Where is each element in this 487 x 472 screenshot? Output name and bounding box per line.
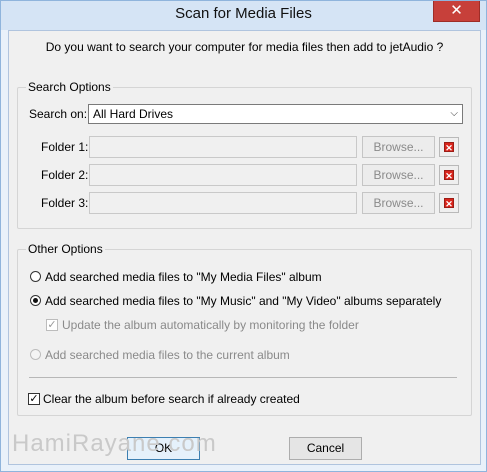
options-separator <box>29 377 457 378</box>
x-icon: ✕ <box>444 142 454 153</box>
search-on-select[interactable]: All Hard Drives ⌵ <box>88 104 463 124</box>
folder-2-delete-button[interactable]: ✕ <box>439 165 459 185</box>
clear-album-label[interactable]: Clear the album before search if already… <box>43 392 300 406</box>
folder-3-browse-button[interactable]: Browse... <box>362 192 435 214</box>
other-options-label: Other Options <box>26 242 105 256</box>
title-bar[interactable]: Scan for Media Files ✕ <box>1 1 486 30</box>
clear-album-checkbox[interactable]: ✓ <box>28 393 40 405</box>
question-text: Do you want to search your computer for … <box>45 40 444 54</box>
chevron-down-icon: ⌵ <box>450 108 458 119</box>
x-icon: ✕ <box>444 170 454 181</box>
folder-1-browse-button[interactable]: Browse... <box>362 136 435 158</box>
folder-1-delete-button[interactable]: ✕ <box>439 137 459 157</box>
folder-3-delete-button[interactable]: ✕ <box>439 193 459 213</box>
radio-current-album-label[interactable]: Add searched media files to the current … <box>45 348 290 362</box>
watermark-text: HamiRayane.com <box>12 430 217 457</box>
search-on-label: Search on: <box>29 107 88 121</box>
folder-3-label: Folder 3: <box>41 196 89 210</box>
radio-current-album[interactable] <box>30 349 41 360</box>
close-button[interactable]: ✕ <box>433 1 480 22</box>
folder-2-label: Folder 2: <box>41 168 89 182</box>
radio-my-music-video-label[interactable]: Add searched media files to "My Music" a… <box>45 294 441 308</box>
auto-update-label[interactable]: Update the album automatically by monito… <box>62 318 359 332</box>
cancel-button[interactable]: Cancel <box>289 437 362 460</box>
folder-1-input[interactable] <box>89 136 357 158</box>
radio-my-music-video[interactable] <box>30 295 41 306</box>
radio-my-media-files-label[interactable]: Add searched media files to "My Media Fi… <box>45 270 322 284</box>
folder-2-input[interactable] <box>89 164 357 186</box>
radio-my-media-files[interactable] <box>30 271 41 282</box>
x-icon: ✕ <box>444 198 454 209</box>
search-options-label: Search Options <box>26 80 113 94</box>
window-title: Scan for Media Files <box>175 5 312 22</box>
search-on-value: All Hard Drives <box>93 107 174 121</box>
folder-3-input[interactable] <box>89 192 357 214</box>
folder-2-browse-button[interactable]: Browse... <box>362 164 435 186</box>
dialog-window: Scan for Media Files ✕ Do you want to se… <box>0 0 487 472</box>
folder-1-label: Folder 1: <box>41 140 89 154</box>
auto-update-checkbox[interactable]: ✓ <box>46 319 58 331</box>
dialog-body: Do you want to search your computer for … <box>8 30 481 465</box>
